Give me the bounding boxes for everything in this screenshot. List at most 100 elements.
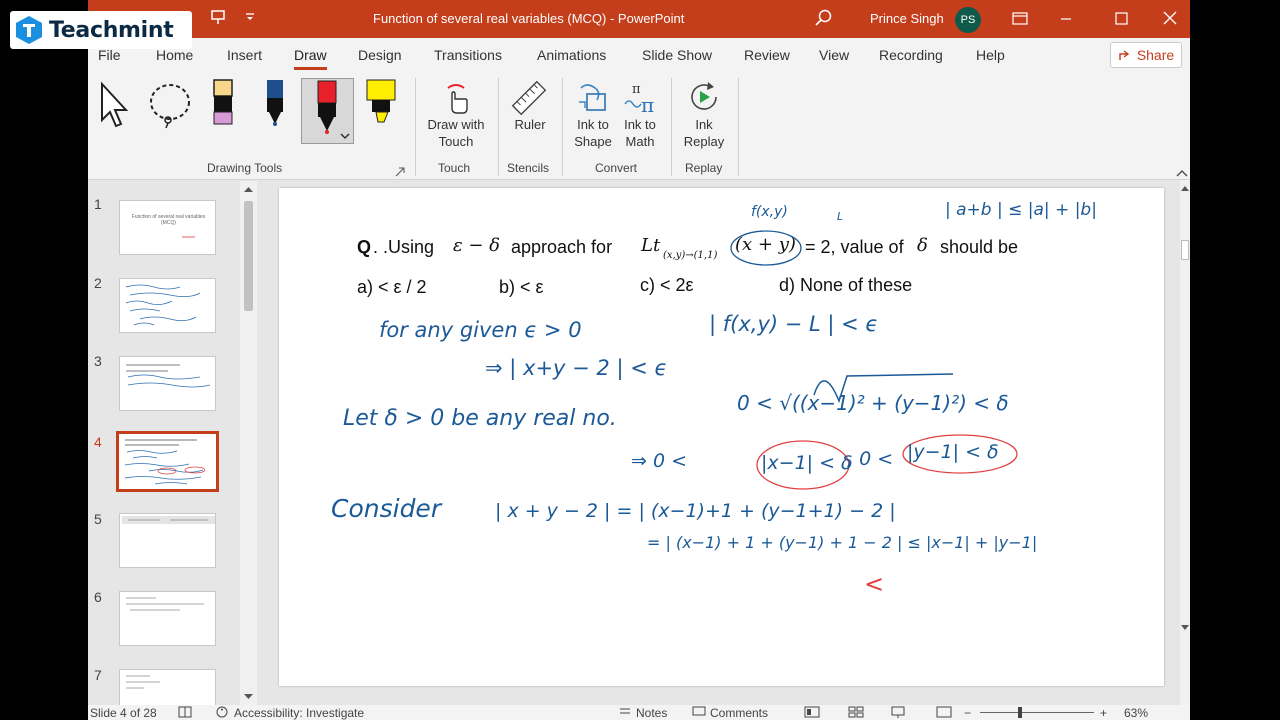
select-arrow-icon[interactable]	[98, 80, 134, 135]
tab-animations[interactable]: Animations	[537, 47, 606, 63]
ink-triangle-inequality: | a+b | ≤ |a| + |b|	[945, 200, 1097, 220]
ink-to-math-button[interactable]: Ink to Math	[616, 116, 664, 150]
slide-thumbnail-4[interactable]	[116, 431, 219, 492]
maximize-icon[interactable]	[1106, 6, 1136, 32]
ink-line-9: <	[864, 570, 885, 598]
svg-text:π: π	[641, 93, 654, 116]
zoom-out-icon[interactable]: −	[964, 706, 971, 720]
tab-file[interactable]: File	[98, 47, 121, 63]
tab-help[interactable]: Help	[976, 47, 1005, 63]
powerpoint-window: Function of several real variables (MCQ)…	[88, 0, 1190, 720]
tab-review[interactable]: Review	[744, 47, 790, 63]
ink-line-7a: Consider	[331, 494, 442, 523]
notes-icon[interactable]	[618, 706, 632, 720]
minimize-icon[interactable]	[1051, 6, 1081, 32]
ink-line-7b: | x + y − 2 | = | (x−1)+1 + (y−1+1) − 2 …	[495, 500, 896, 522]
group-label-convert: Convert	[595, 161, 638, 175]
zoom-slider-thumb[interactable]	[1018, 707, 1022, 718]
group-label-drawing-tools: Drawing Tools	[207, 161, 283, 175]
avatar[interactable]: PS	[955, 7, 981, 33]
ink-replay-icon[interactable]	[686, 79, 722, 120]
slideshow-icon[interactable]	[936, 706, 952, 720]
ruler-button[interactable]: Ruler	[506, 116, 554, 133]
group-expand-icon[interactable]	[395, 164, 405, 182]
comments-button[interactable]: Comments	[710, 706, 768, 720]
ruler-icon[interactable]	[510, 80, 548, 121]
ink-to-math-icon[interactable]: ππ	[623, 80, 659, 121]
ink-line-6c: , 0 <	[847, 448, 894, 470]
tab-draw[interactable]: Draw	[294, 47, 327, 70]
watermark-text: Teachmint	[49, 17, 174, 43]
share-button[interactable]: Share	[1110, 42, 1182, 68]
ink-to-shape-icon[interactable]	[575, 80, 611, 121]
thumb-number: 7	[94, 667, 102, 683]
ink-line-6a: ⇒ 0 <	[631, 450, 688, 472]
pen-2-icon[interactable]	[260, 78, 290, 133]
user-name[interactable]: Prince Singh	[870, 11, 944, 26]
zoom-in-icon[interactable]: +	[1100, 706, 1107, 720]
ink-replay-button[interactable]: Ink Replay	[680, 116, 728, 150]
thumbnails-scrollbar[interactable]	[240, 181, 257, 705]
share-icon	[1119, 50, 1129, 60]
present-icon[interactable]	[210, 9, 226, 28]
pen-3-icon[interactable]	[301, 78, 354, 144]
reading-view-icon[interactable]	[890, 706, 906, 720]
status-bar: Slide 4 of 28 Accessibility: Investigate…	[88, 705, 1190, 720]
highlighter-icon[interactable]	[364, 78, 398, 133]
tab-home[interactable]: Home	[156, 47, 193, 63]
lasso-select-icon[interactable]	[146, 80, 194, 135]
ink-f-xy: f(x,y)	[751, 204, 788, 220]
customize-toolbar-icon[interactable]	[244, 10, 256, 26]
slide-info: Slide 4 of 28	[90, 706, 157, 720]
thumb-number: 1	[94, 196, 102, 212]
slide-sorter-icon[interactable]	[848, 706, 864, 720]
accessibility-status[interactable]: Accessibility: Investigate	[234, 706, 364, 720]
slide-thumbnail-3[interactable]	[119, 356, 216, 411]
thumb-number: 4	[94, 434, 102, 450]
teachmint-logo-icon	[16, 16, 42, 44]
document-title: Function of several real variables (MCQ)…	[373, 11, 685, 26]
ribbon-display-icon[interactable]	[1005, 6, 1035, 32]
tab-insert[interactable]: Insert	[227, 47, 262, 63]
draw-with-touch-button[interactable]: Draw with Touch	[424, 116, 488, 150]
ink-line-2: | f(x,y) − L | < ϵ	[709, 312, 879, 336]
close-icon[interactable]	[1155, 6, 1185, 32]
tab-transitions[interactable]: Transitions	[434, 47, 502, 63]
tab-slide-show[interactable]: Slide Show	[642, 47, 712, 63]
svg-text:π: π	[632, 82, 641, 97]
search-icon[interactable]	[814, 8, 834, 31]
normal-view-icon[interactable]	[804, 706, 820, 720]
spell-check-icon[interactable]	[178, 706, 192, 720]
ink-line-5: 0 < √((x−1)² + (y−1)²) < δ	[737, 391, 1009, 415]
tab-recording[interactable]: Recording	[879, 47, 943, 63]
title-bar: Function of several real variables (MCQ)…	[88, 0, 1190, 38]
tab-design[interactable]: Design	[358, 47, 402, 63]
ink-line-4: Let δ > 0 be any real no.	[343, 406, 617, 431]
teachmint-watermark: Teachmint	[10, 11, 192, 49]
ink-line-6d: |y−1| < δ	[907, 441, 999, 463]
thumb-number: 6	[94, 589, 102, 605]
thumb-number: 2	[94, 275, 102, 291]
pen-1-icon[interactable]	[208, 78, 238, 133]
comments-icon[interactable]	[692, 706, 706, 720]
notes-button[interactable]: Notes	[636, 706, 667, 720]
accessibility-icon[interactable]	[214, 706, 230, 720]
ribbon-tabs: File Home Insert Draw Design Transitions…	[88, 38, 1190, 72]
tab-view[interactable]: View	[819, 47, 849, 63]
zoom-slider[interactable]	[980, 712, 1094, 713]
ink-line-6b: |x−1| < δ	[761, 452, 853, 474]
group-label-replay: Replay	[685, 161, 723, 175]
ink-line-8: = | (x−1) + 1 + (y−1) + 1 − 2 | ≤ |x−1| …	[647, 533, 1038, 552]
slide-thumbnail-2[interactable]	[119, 278, 216, 333]
slide-thumbnail-1[interactable]: Function of several real variables (MCQ)	[119, 200, 216, 255]
slide-thumbnail-5[interactable]	[119, 513, 216, 568]
zoom-level[interactable]: 63%	[1124, 706, 1148, 720]
slide-scrollbar[interactable]	[1180, 180, 1190, 705]
slide-thumbnail-6[interactable]	[119, 591, 216, 646]
slide-thumbnails-pane: 1 Function of several real variables (MC…	[88, 181, 260, 720]
thumb-number: 3	[94, 353, 102, 369]
ink-line-3: ⇒ | x+y − 2 | < ϵ	[485, 356, 668, 380]
group-label-touch: Touch	[438, 161, 471, 175]
ink-to-shape-button[interactable]: Ink to Shape	[568, 116, 618, 150]
slide-canvas[interactable]: Q . .Using ε − δ approach for Lt (x,y)→(…	[279, 188, 1164, 686]
